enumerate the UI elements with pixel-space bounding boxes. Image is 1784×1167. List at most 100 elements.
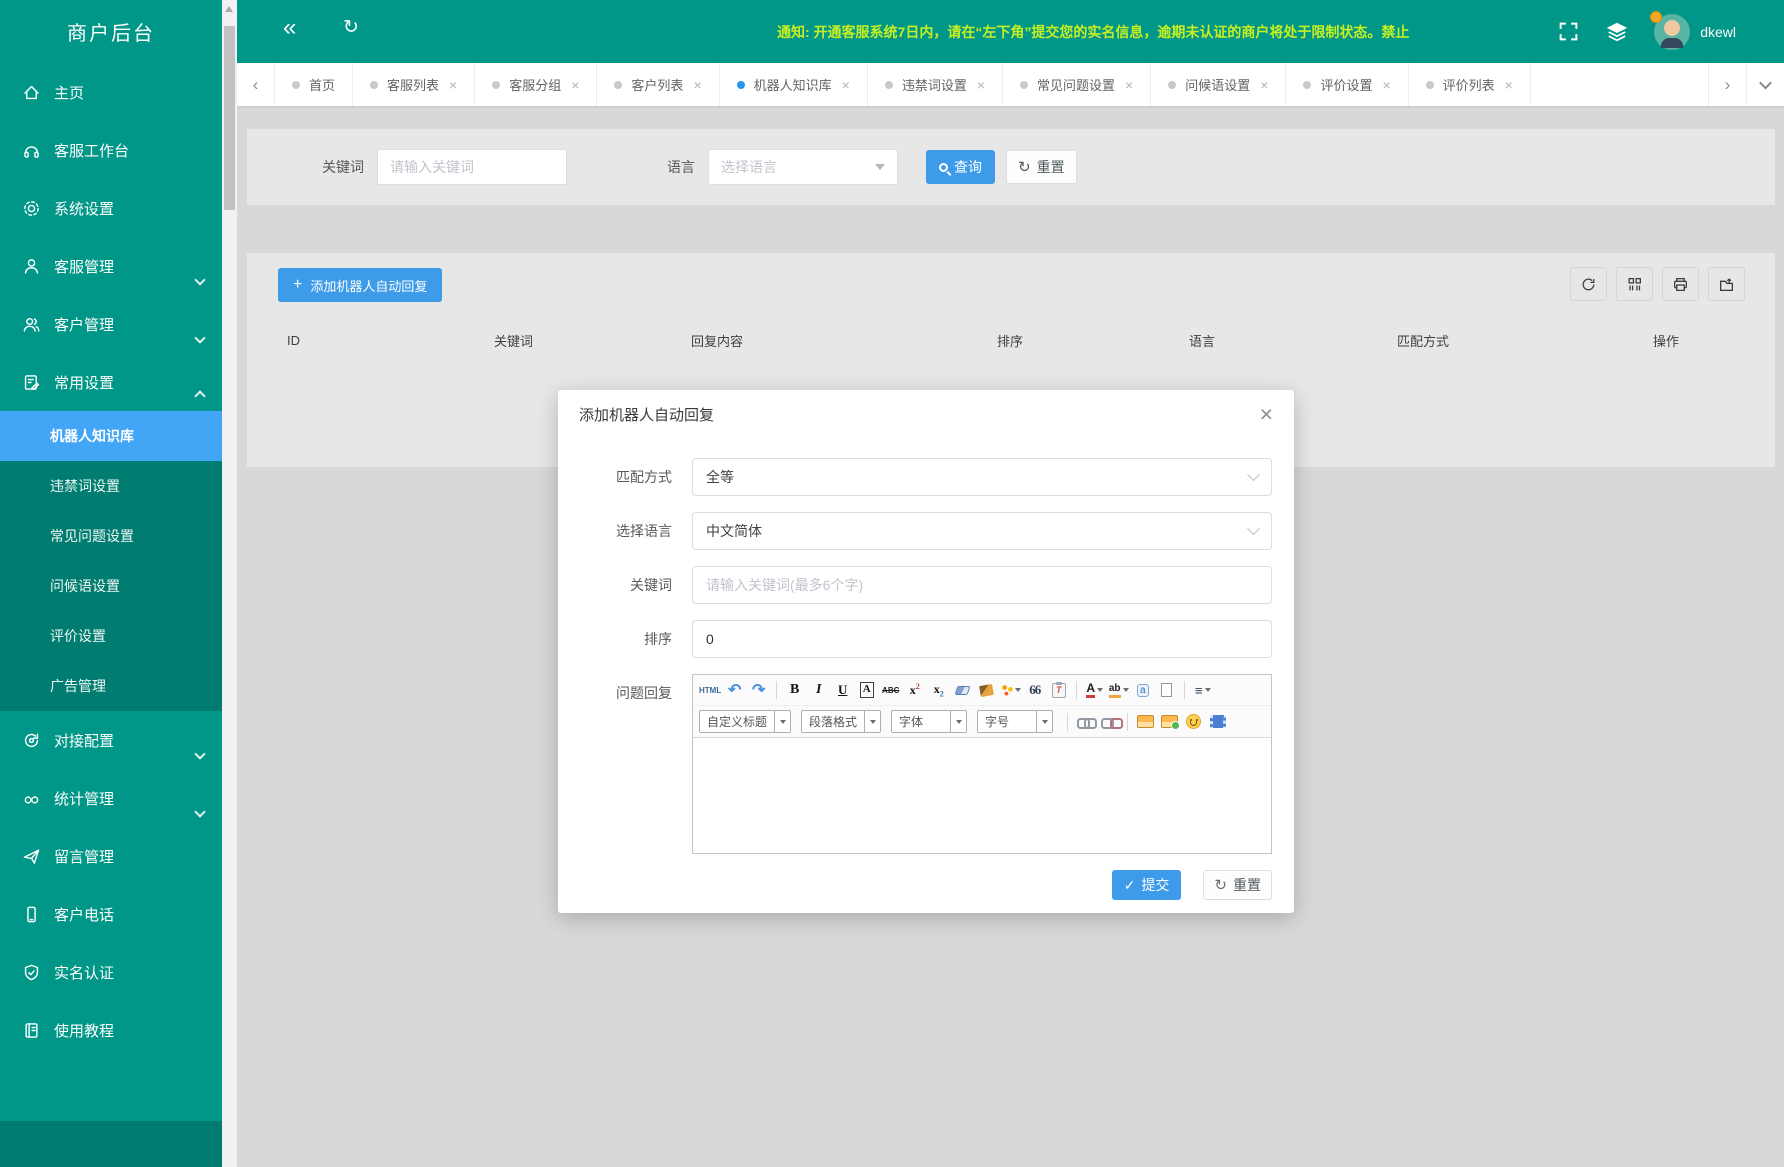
tab-客服分组[interactable]: 客服分组× xyxy=(475,63,597,106)
tabs-scroll-left-icon[interactable]: ‹ xyxy=(237,63,275,106)
tab-close-icon[interactable]: × xyxy=(571,77,579,93)
sort-input[interactable] xyxy=(692,620,1272,658)
user-menu[interactable]: dkewl xyxy=(1654,14,1736,50)
sidebar-item-使用教程[interactable]: 使用教程 xyxy=(0,1001,222,1059)
tabs-menu-icon[interactable] xyxy=(1746,63,1784,106)
submit-button[interactable]: ✓ 提交 xyxy=(1112,870,1182,900)
editor-link-icon[interactable] xyxy=(1075,711,1096,732)
editor-select-字号[interactable]: 字号 xyxy=(977,710,1053,733)
tab-问候语设置[interactable]: 问候语设置× xyxy=(1151,63,1286,106)
table-export-button[interactable] xyxy=(1708,267,1745,301)
editor-subscript-icon[interactable]: x2 xyxy=(928,680,949,701)
editor-select-段落格式[interactable]: 段落格式 xyxy=(801,710,881,733)
editor-undo-icon[interactable]: ↶ xyxy=(724,680,745,701)
layers-icon[interactable] xyxy=(1606,21,1628,43)
editor-unlink-icon[interactable] xyxy=(1099,711,1120,732)
notice-banner: 通知: 开通客服系统7日内，请在“左下角”提交您的实名信息，逾期未认证的商户将处… xyxy=(777,22,1467,42)
tab-close-icon[interactable]: × xyxy=(1125,77,1133,93)
editor-blockquote-icon[interactable]: 66 xyxy=(1024,680,1045,701)
sidebar-item-统计管理[interactable]: 统计管理 xyxy=(0,769,222,827)
tab-常见问题设置[interactable]: 常见问题设置× xyxy=(1003,63,1151,106)
tab-close-icon[interactable]: × xyxy=(842,77,850,93)
submenu-item-常见问题设置[interactable]: 常见问题设置 xyxy=(0,511,222,561)
filter-reset-button[interactable]: ↻ 重置 xyxy=(1006,150,1077,184)
match-mode-value: 全等 xyxy=(706,467,734,487)
tab-bar: ‹ 首页客服列表×客服分组×客户列表×机器人知识库×违禁词设置×常见问题设置×问… xyxy=(237,63,1784,106)
fullscreen-icon[interactable] xyxy=(1558,21,1580,43)
editor-strikethrough-icon[interactable]: ABC xyxy=(880,680,901,701)
editor-superscript-icon[interactable]: x2 xyxy=(904,680,925,701)
editor-video-icon[interactable] xyxy=(1207,711,1228,732)
editor-backcolor-icon[interactable]: ab xyxy=(1108,680,1129,701)
sidebar-item-客户电话[interactable]: 客户电话 xyxy=(0,885,222,943)
keyword-search-input[interactable] xyxy=(377,149,567,185)
sidebar-item-客服工作台[interactable]: 客服工作台 xyxy=(0,121,222,179)
scrollbar-up-arrow-icon[interactable] xyxy=(225,6,233,12)
sidebar-item-客服管理[interactable]: 客服管理 xyxy=(0,237,222,295)
search-button[interactable]: 查询 xyxy=(926,150,995,184)
sidebar-item-实名认证[interactable]: 实名认证 xyxy=(0,943,222,1001)
table-print-button[interactable] xyxy=(1662,267,1699,301)
sidebar-item-系统设置[interactable]: 系统设置 xyxy=(0,179,222,237)
add-auto-reply-button[interactable]: + 添加机器人自动回复 xyxy=(278,268,442,302)
tab-机器人知识库[interactable]: 机器人知识库× xyxy=(720,63,868,106)
table-columns-button[interactable] xyxy=(1616,267,1653,301)
editor-autotypeset-icon[interactable] xyxy=(1000,680,1021,701)
tab-客户列表[interactable]: 客户列表× xyxy=(597,63,719,106)
tab-违禁词设置[interactable]: 违禁词设置× xyxy=(868,63,1003,106)
sidebar-collapse-icon[interactable]: « xyxy=(283,16,296,40)
editor-italic-icon[interactable]: I xyxy=(808,680,829,701)
submenu-item-违禁词设置[interactable]: 违禁词设置 xyxy=(0,461,222,511)
editor-lineheight-icon[interactable]: ≡ xyxy=(1192,680,1213,701)
tab-评价设置[interactable]: 评价设置× xyxy=(1286,63,1408,106)
editor-html-icon[interactable]: HTML xyxy=(699,680,721,701)
tab-客服列表[interactable]: 客服列表× xyxy=(353,63,475,106)
scrollbar-thumb[interactable] xyxy=(224,26,235,210)
editor-underline-icon[interactable]: U xyxy=(832,680,853,701)
editor-pastetext-icon[interactable]: T xyxy=(1048,680,1069,701)
editor-image-icon[interactable] xyxy=(1135,711,1156,732)
modal-keyword-input[interactable] xyxy=(692,566,1272,604)
submenu-item-机器人知识库[interactable]: 机器人知识库 xyxy=(0,411,222,461)
sidebar-item-客户管理[interactable]: 客户管理 xyxy=(0,295,222,353)
sidebar-item-对接配置[interactable]: 对接配置 xyxy=(0,711,222,769)
tab-close-icon[interactable]: × xyxy=(449,77,457,93)
editor-select-字体[interactable]: 字体 xyxy=(891,710,967,733)
tab-评价列表[interactable]: 评价列表× xyxy=(1409,63,1531,106)
submenu-item-评价设置[interactable]: 评价设置 xyxy=(0,611,222,661)
tab-close-icon[interactable]: × xyxy=(1505,77,1513,93)
tab-close-icon[interactable]: × xyxy=(693,77,701,93)
editor-emoji-icon[interactable] xyxy=(1183,711,1204,732)
submenu-item-广告管理[interactable]: 广告管理 xyxy=(0,661,222,711)
editor-content-area[interactable] xyxy=(693,738,1271,853)
tab-close-icon[interactable]: × xyxy=(1260,77,1268,93)
refresh-icon[interactable]: ↻ xyxy=(343,18,359,37)
match-mode-select[interactable]: 全等 xyxy=(692,458,1272,496)
editor-redo-icon[interactable]: ↷ xyxy=(748,680,769,701)
modal-reset-button[interactable]: ↻ 重置 xyxy=(1203,870,1272,900)
language-select[interactable]: 选择语言 xyxy=(708,149,898,185)
editor-eraser-icon[interactable] xyxy=(952,680,973,701)
modal-language-select[interactable]: 中文简体 xyxy=(692,512,1272,550)
tab-首页[interactable]: 首页 xyxy=(275,63,353,106)
vertical-scrollbar[interactable] xyxy=(222,0,237,1167)
editor-bold-icon[interactable]: B xyxy=(784,680,805,701)
editor-forecolor-icon[interactable]: A xyxy=(1084,680,1105,701)
editor-newdoc-icon[interactable] xyxy=(1156,680,1177,701)
tab-close-icon[interactable]: × xyxy=(977,77,985,93)
editor-images-icon[interactable] xyxy=(1159,711,1180,732)
sidebar-item-常用设置[interactable]: 常用设置 xyxy=(0,353,222,411)
tabs-scroll-right-icon[interactable]: › xyxy=(1708,63,1746,106)
submenu-item-问候语设置[interactable]: 问候语设置 xyxy=(0,561,222,611)
sidebar-item-留言管理[interactable]: 留言管理 xyxy=(0,827,222,885)
sidebar-item-label: 系统设置 xyxy=(54,198,114,219)
editor-fontborder-icon[interactable]: A xyxy=(856,680,877,701)
gear-icon xyxy=(22,199,41,218)
editor-formatbrush-icon[interactable] xyxy=(976,680,997,701)
sidebar-item-主页[interactable]: 主页 xyxy=(0,63,222,121)
editor-select-自定义标题[interactable]: 自定义标题 xyxy=(699,710,791,733)
table-refresh-button[interactable] xyxy=(1570,267,1607,301)
close-icon[interactable]: × xyxy=(1260,403,1273,426)
editor-autolink-icon[interactable]: a xyxy=(1132,680,1153,701)
tab-close-icon[interactable]: × xyxy=(1382,77,1390,93)
